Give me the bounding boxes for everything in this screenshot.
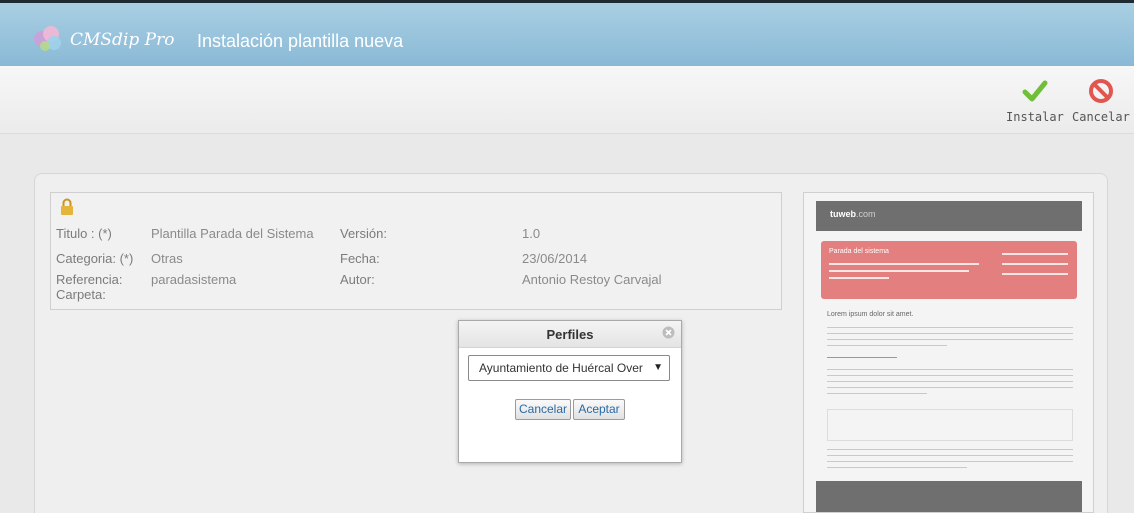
- referencia-value: paradasistema: [151, 272, 237, 287]
- preview-text-line: [827, 393, 927, 394]
- install-button[interactable]: Instalar: [1006, 78, 1064, 124]
- preview-text-line: [827, 357, 897, 358]
- preview-text-line: [827, 449, 1073, 450]
- cmsdip-logo-icon: [34, 26, 61, 51]
- checkmark-icon: [1022, 80, 1048, 102]
- preview-hero-line: [829, 263, 979, 265]
- preview-hero-line: [829, 277, 889, 279]
- categoria-value: Otras: [151, 251, 183, 266]
- profiles-dialog: Perfiles Ayuntamiento de Huércal Over ▼ …: [458, 320, 682, 463]
- preview-text-line: [827, 333, 1073, 334]
- fecha-value: 23/06/2014: [522, 251, 588, 266]
- preview-text-line: [827, 345, 947, 346]
- preview-hero-title: Parada del sistema: [829, 248, 889, 255]
- preview-text-line: [827, 467, 967, 468]
- preview-hero-line: [1002, 263, 1068, 265]
- dialog-title: Perfiles: [459, 321, 681, 348]
- preview-text-line: [827, 381, 1073, 382]
- preview-text-line: [827, 461, 1073, 462]
- toolbar: Instalar Cancelar: [0, 66, 1134, 134]
- version-label: Versión:: [340, 226, 387, 241]
- autor-label: Autor:: [340, 272, 375, 287]
- carpeta-label: Carpeta:: [56, 287, 106, 302]
- preview-logo: tuweb.com: [830, 209, 876, 219]
- preview-text-line: [827, 339, 1073, 340]
- profile-select-value: Ayuntamiento de Huércal Over: [479, 361, 643, 375]
- preview-table: [827, 409, 1073, 441]
- preview-footer: [816, 481, 1082, 512]
- prohibited-icon: [1088, 79, 1113, 103]
- preview-text-line: [827, 375, 1073, 376]
- preview-text-line: [827, 369, 1073, 370]
- cancel-label: Cancelar: [1072, 110, 1130, 124]
- preview-text-line: [827, 327, 1073, 328]
- install-label: Instalar: [1006, 110, 1064, 124]
- preview-heading: Lorem ipsum dolor sit amet.: [827, 311, 914, 318]
- categoria-label: Categoria: (*): [56, 251, 134, 266]
- autor-value: Antonio Restoy Carvajal: [522, 272, 662, 287]
- close-icon[interactable]: [662, 326, 675, 339]
- app-header: CMSdip Pro Instalación plantilla nueva: [0, 0, 1134, 66]
- titulo-label: Titulo : (*): [56, 226, 112, 241]
- chevron-down-icon: ▼: [653, 362, 663, 373]
- preview-text-line: [827, 455, 1073, 456]
- brand-name: CMSdip Pro: [70, 30, 175, 50]
- profile-select[interactable]: Ayuntamiento de Huércal Over ▼: [468, 355, 670, 381]
- preview-hero-line: [829, 270, 969, 272]
- version-value: 1.0: [522, 226, 541, 241]
- dialog-accept-button[interactable]: Aceptar: [573, 399, 625, 420]
- preview-hero-line: [1002, 273, 1068, 275]
- dialog-cancel-button[interactable]: Cancelar: [515, 399, 571, 420]
- referencia-label: Referencia:: [56, 272, 123, 287]
- fecha-label: Fecha:: [340, 251, 380, 266]
- lock-icon: [61, 198, 73, 215]
- page-title: Instalación plantilla nueva: [197, 31, 404, 51]
- preview-text-line: [827, 387, 1073, 388]
- template-preview: tuweb.com Parada del sistema Lorem ipsum…: [803, 192, 1094, 513]
- titulo-value: Plantilla Parada del Sistema: [151, 226, 314, 241]
- preview-hero-line: [1002, 253, 1068, 255]
- cancel-toolbar-button[interactable]: Cancelar: [1072, 78, 1130, 124]
